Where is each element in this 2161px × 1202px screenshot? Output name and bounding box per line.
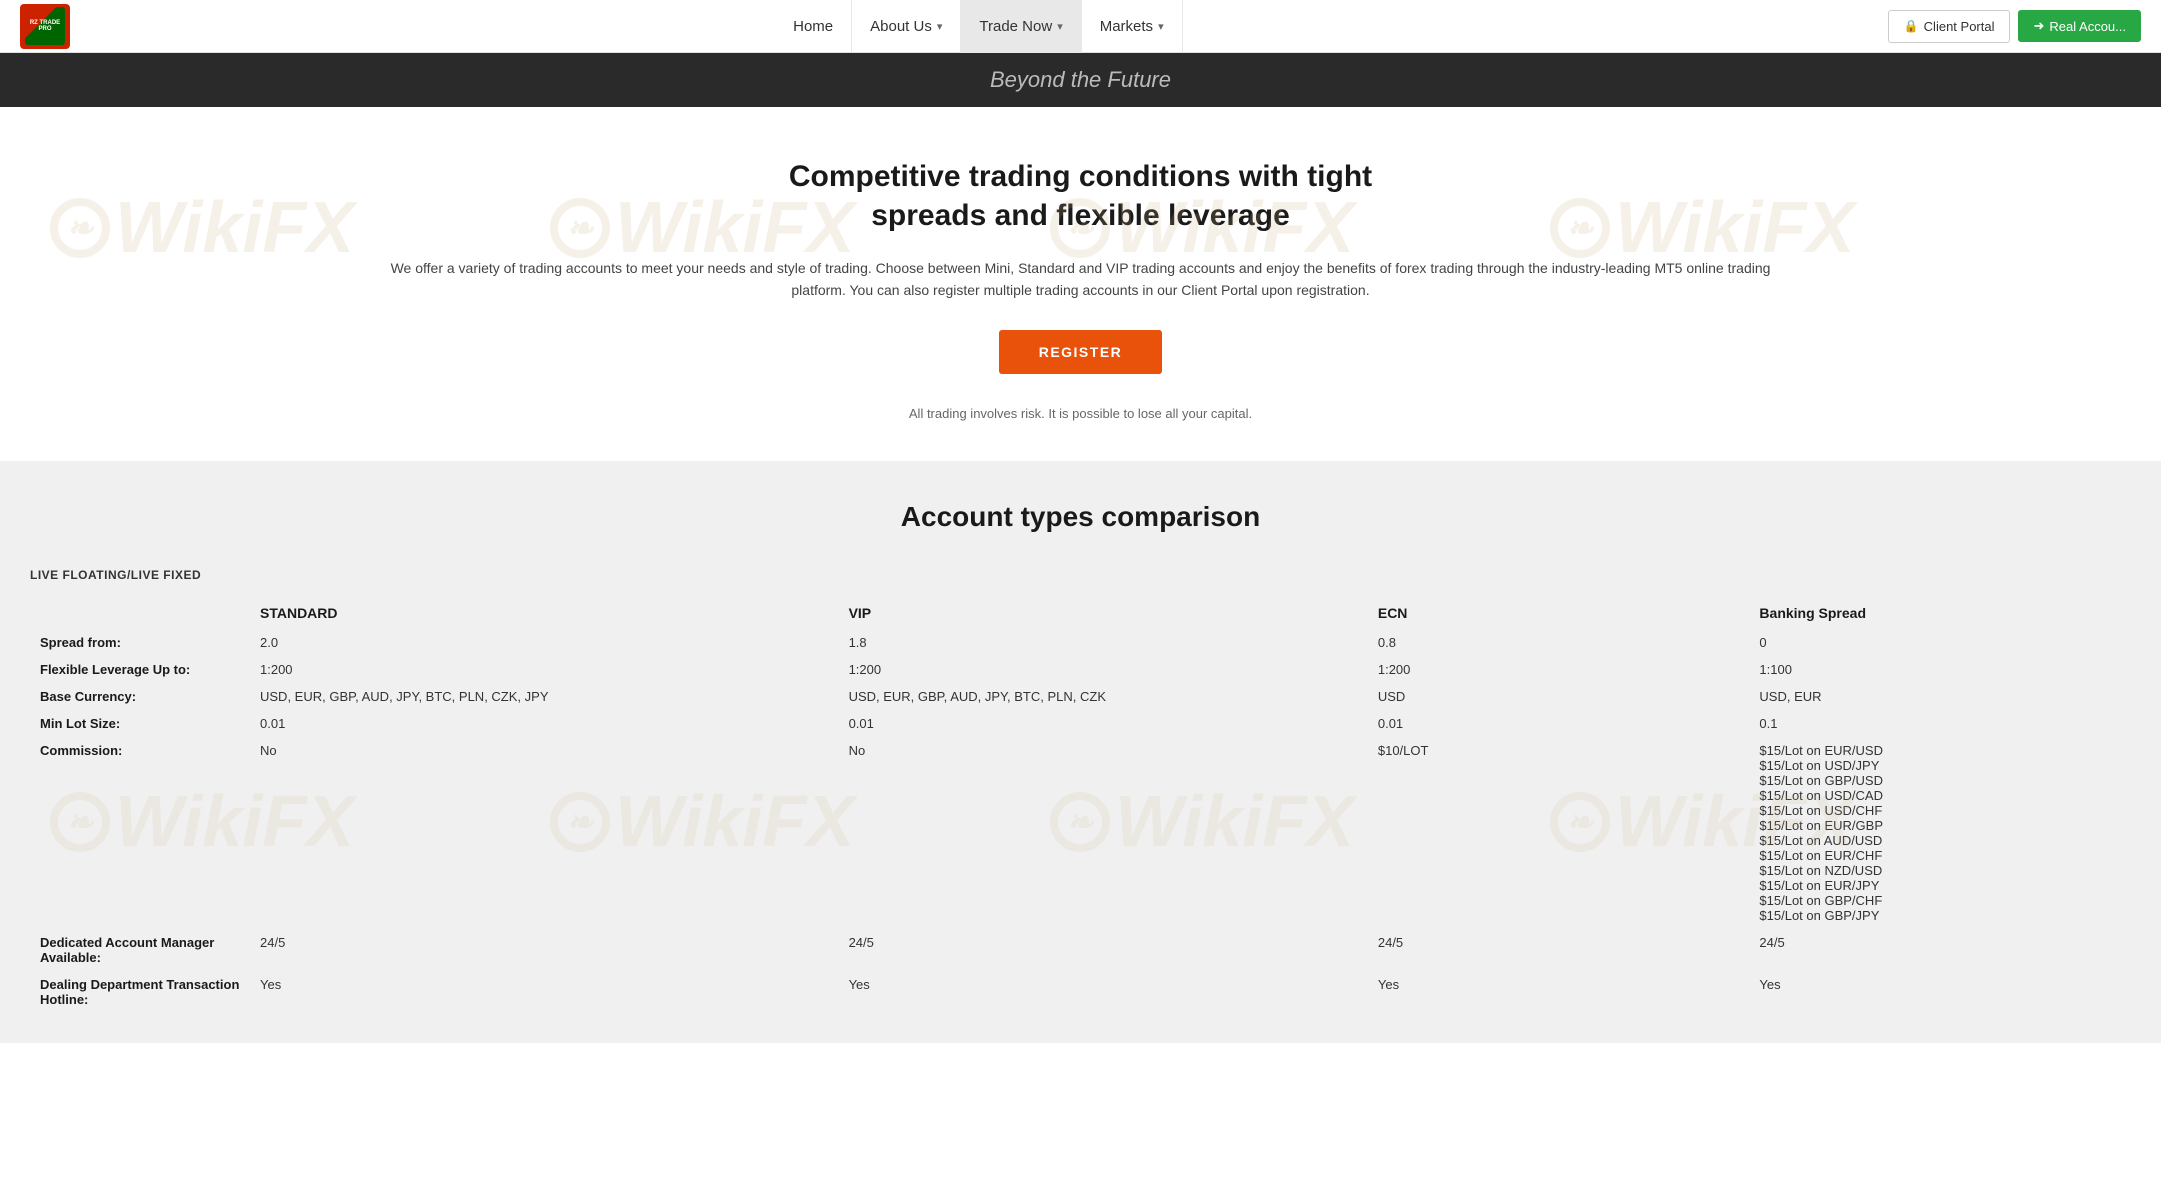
row-label: Dealing Department Transaction Hotline:: [30, 971, 250, 1013]
table-row: Flexible Leverage Up to:1:2001:2001:2001…: [30, 656, 2131, 683]
row-banking: USD, EUR: [1749, 683, 2131, 710]
chevron-down-icon: ▾: [1158, 20, 1164, 33]
row-ecn: USD: [1368, 683, 1750, 710]
comparison-title: Account types comparison: [30, 501, 2131, 533]
chevron-down-icon: ▾: [937, 20, 943, 33]
table-row: Dealing Department Transaction Hotline:Y…: [30, 971, 2131, 1013]
row-banking: 1:100: [1749, 656, 2131, 683]
col-header-vip: VIP: [839, 597, 1368, 629]
row-standard: 1:200: [250, 656, 839, 683]
arrow-right-icon: ➜: [2033, 18, 2044, 34]
nav-markets[interactable]: Markets ▾: [1082, 0, 1183, 53]
table-row: Spread from:2.01.80.80: [30, 629, 2131, 656]
table-row: Commission:NoNo$10/LOT$15/Lot on EUR/USD…: [30, 737, 2131, 929]
row-label: Base Currency:: [30, 683, 250, 710]
row-vip: 0.01: [839, 710, 1368, 737]
main-section: ❧WikiFX ❧WikiFX ❧WikiFX ❧WikiFX Competit…: [0, 107, 2161, 461]
row-label: Dedicated Account Manager Available:: [30, 929, 250, 971]
row-standard: 24/5: [250, 929, 839, 971]
row-label: Commission:: [30, 737, 250, 929]
row-ecn: 0.8: [1368, 629, 1750, 656]
nav-home[interactable]: Home: [775, 0, 852, 53]
col-header-label: [30, 597, 250, 629]
lock-icon: 🔒: [1904, 19, 1919, 33]
row-ecn: $10/LOT: [1368, 737, 1750, 929]
comparison-section: ❧WikiFX ❧WikiFX ❧WikiFX ❧WikiFX Account …: [0, 461, 2161, 1043]
register-button[interactable]: REGISTER: [999, 330, 1163, 374]
row-ecn: Yes: [1368, 971, 1750, 1013]
row-label: Spread from:: [30, 629, 250, 656]
row-standard: USD, EUR, GBP, AUD, JPY, BTC, PLN, CZK, …: [250, 683, 839, 710]
row-vip: Yes: [839, 971, 1368, 1013]
row-banking: Yes: [1749, 971, 2131, 1013]
real-account-button[interactable]: ➜ Real Accou...: [2018, 10, 2141, 42]
row-label: Min Lot Size:: [30, 710, 250, 737]
nav-about-us[interactable]: About Us ▾: [852, 0, 961, 53]
row-banking: 24/5: [1749, 929, 2131, 971]
row-vip: 24/5: [839, 929, 1368, 971]
navbar: RZ TRADE PRO Home About Us ▾ Trade Now ▾…: [0, 0, 2161, 53]
row-vip: No: [839, 737, 1368, 929]
row-ecn: 24/5: [1368, 929, 1750, 971]
nav-trade-now[interactable]: Trade Now ▾: [961, 0, 1081, 53]
row-banking: 0: [1749, 629, 2131, 656]
comparison-table: STANDARD VIP ECN Banking Spread Spread f…: [30, 597, 2131, 1013]
row-vip: USD, EUR, GBP, AUD, JPY, BTC, PLN, CZK: [839, 683, 1368, 710]
live-label: LIVE FLOATING/LIVE FIXED: [30, 568, 2131, 582]
risk-notice: All trading involves risk. It is possibl…: [20, 406, 2141, 421]
col-header-ecn: ECN: [1368, 597, 1750, 629]
row-ecn: 0.01: [1368, 710, 1750, 737]
row-banking: 0.1: [1749, 710, 2131, 737]
row-standard: 2.0: [250, 629, 839, 656]
main-description: We offer a variety of trading accounts t…: [381, 257, 1781, 302]
logo-text: RZ TRADE PRO: [25, 20, 65, 32]
table-row: Dedicated Account Manager Available:24/5…: [30, 929, 2131, 971]
logo[interactable]: RZ TRADE PRO: [20, 4, 70, 49]
row-standard: No: [250, 737, 839, 929]
nav-menu: Home About Us ▾ Trade Now ▾ Markets ▾: [775, 0, 1182, 53]
row-standard: 0.01: [250, 710, 839, 737]
navbar-right: 🔒 Client Portal ➜ Real Accou...: [1888, 10, 2141, 43]
col-header-standard: STANDARD: [250, 597, 839, 629]
hero-banner: Beyond the Future: [0, 53, 2161, 107]
row-vip: 1:200: [839, 656, 1368, 683]
row-label: Flexible Leverage Up to:: [30, 656, 250, 683]
row-banking: $15/Lot on EUR/USD $15/Lot on USD/JPY $1…: [1749, 737, 2131, 929]
main-title: Competitive trading conditions with tigh…: [20, 157, 2141, 235]
client-portal-button[interactable]: 🔒 Client Portal: [1888, 10, 2011, 43]
hero-text: Beyond the Future: [990, 67, 1171, 92]
row-vip: 1.8: [839, 629, 1368, 656]
table-row: Base Currency:USD, EUR, GBP, AUD, JPY, B…: [30, 683, 2131, 710]
row-ecn: 1:200: [1368, 656, 1750, 683]
chevron-down-icon: ▾: [1057, 20, 1063, 33]
row-standard: Yes: [250, 971, 839, 1013]
table-row: Min Lot Size:0.010.010.010.1: [30, 710, 2131, 737]
col-header-banking: Banking Spread: [1749, 597, 2131, 629]
